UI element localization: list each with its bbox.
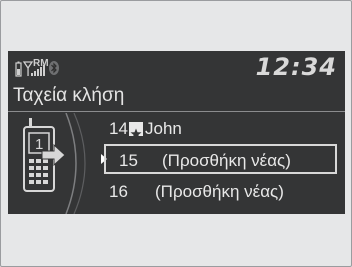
speed-dial-item[interactable]: 14 John: [109, 115, 345, 143]
speed-dial-label: John: [145, 119, 182, 138]
phone-graphic: 1: [8, 112, 88, 215]
speed-dial-label: (Προσθήκη νέας): [162, 151, 291, 170]
speed-dial-number: 14: [109, 119, 128, 138]
status-icons-graphic: RM: [15, 58, 59, 77]
network-label: RM: [33, 58, 49, 69]
speed-dial-item-selected[interactable]: 15 (Προσθήκη νέας): [104, 144, 337, 174]
status-bar: RM 12:34: [8, 51, 345, 87]
display-frame: RM 12:34 Ταχεία κλήση 1 14 John 15 (Προσ…: [0, 0, 352, 267]
speed-dial-label: (Προσθήκη νέας): [155, 182, 284, 201]
svg-text:1: 1: [35, 136, 43, 153]
status-icons: RM: [15, 57, 95, 79]
speed-dial-number: 16: [109, 182, 128, 201]
clock: 12:34: [255, 53, 337, 81]
speed-dial-number: 15: [119, 151, 138, 170]
bluetooth-icon: [49, 61, 59, 75]
audio-display-screen: RM 12:34 Ταχεία κλήση 1 14 John 15 (Προσ…: [8, 51, 345, 215]
speed-dial-item[interactable]: 16 (Προσθήκη νέας): [109, 178, 345, 206]
voice-tag-icon: [129, 122, 143, 139]
divider: [8, 111, 345, 112]
phone-speed-dial-icon: 1: [23, 112, 86, 215]
battery-icon: [15, 61, 22, 77]
page-title: Ταχεία κλήση: [13, 85, 125, 106]
